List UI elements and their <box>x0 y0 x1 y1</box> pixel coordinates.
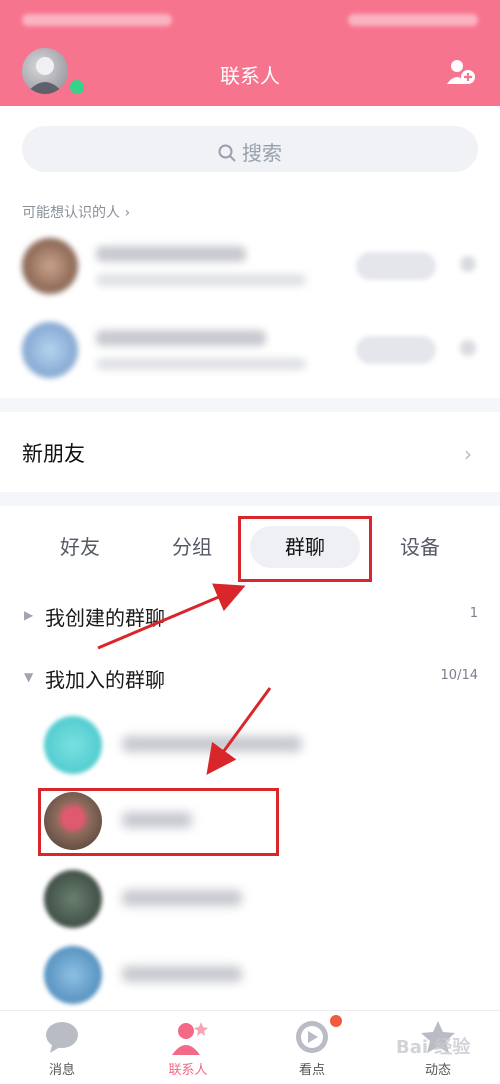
add-contact-icon[interactable] <box>446 58 476 86</box>
search-placeholder-text: 搜索 <box>242 141 282 165</box>
nav-contacts[interactable]: 联系人 <box>138 1011 238 1084</box>
blurred-subtitle <box>96 358 306 370</box>
recommend-title[interactable]: 可能想认识的人 › <box>22 202 130 222</box>
tab-friends[interactable]: 好友 <box>40 526 120 568</box>
search-section: 搜索 <box>0 106 500 196</box>
created-groups-label: 我创建的群聊 <box>45 606 165 630</box>
new-friends-label: 新朋友 <box>22 442 85 466</box>
dismiss-icon[interactable] <box>460 256 476 272</box>
list-item[interactable] <box>0 864 500 936</box>
avatar <box>44 870 102 928</box>
search-placeholder: 搜索 <box>22 137 478 166</box>
avatar <box>22 238 78 294</box>
status-bar <box>22 12 478 30</box>
nav-messages[interactable]: 消息 <box>12 1011 112 1084</box>
recommend-row[interactable] <box>0 318 500 398</box>
add-friend-button[interactable] <box>356 252 436 280</box>
created-groups-header[interactable]: ▶ 我创建的群聊 1 <box>0 596 500 636</box>
blurred-name <box>122 890 242 906</box>
list-item[interactable] <box>0 940 500 1012</box>
list-item[interactable] <box>0 710 500 782</box>
nav-highlights[interactable]: 看点 <box>262 1011 362 1084</box>
joined-groups-count: 10/14 <box>440 668 478 683</box>
contacts-person-icon <box>172 1022 208 1055</box>
header-bar: 联系人 <box>0 0 500 106</box>
chat-bubble-icon <box>46 1022 78 1053</box>
bottom-nav: 消息 联系人 看点 动态 Bai 经验 <box>0 1010 500 1084</box>
blurred-name <box>122 736 302 752</box>
notification-dot-icon <box>330 1015 342 1027</box>
collapsed-arrow-icon: ▶ <box>24 608 34 622</box>
tab-devices[interactable]: 设备 <box>380 526 460 568</box>
play-circle-icon <box>296 1021 328 1053</box>
joined-groups-label: 我加入的群聊 <box>45 668 165 692</box>
search-icon <box>218 144 236 162</box>
avatar <box>44 716 102 774</box>
chevron-right-icon: › <box>464 442 472 466</box>
blurred-subtitle <box>96 274 306 286</box>
nav-label: 消息 <box>48 1063 75 1078</box>
dismiss-icon[interactable] <box>460 340 476 356</box>
created-groups-count: 1 <box>469 606 478 621</box>
expanded-arrow-icon: ▼ <box>24 670 34 684</box>
new-friends-row[interactable]: 新朋友 › <box>0 412 500 492</box>
people-you-may-know: 可能想认识的人 › <box>0 196 500 398</box>
blurred-name <box>96 330 266 346</box>
joined-groups-header[interactable]: ▼ 我加入的群聊 10/14 <box>0 658 500 698</box>
tab-groups-category[interactable]: 分组 <box>152 526 232 568</box>
blurred-name <box>96 246 246 262</box>
recommend-row[interactable] <box>0 234 500 314</box>
annotation-box <box>38 788 279 856</box>
blurred-name <box>122 966 242 982</box>
nav-label: 联系人 <box>168 1063 208 1078</box>
avatar <box>22 322 78 378</box>
nav-label: 动态 <box>424 1063 451 1078</box>
search-input[interactable]: 搜索 <box>22 126 478 172</box>
avatar <box>44 946 102 1004</box>
page-title: 联系人 <box>220 64 280 88</box>
nav-label: 看点 <box>298 1063 325 1078</box>
add-friend-button[interactable] <box>356 336 436 364</box>
annotation-box <box>238 516 372 582</box>
watermark: Bai 经验 <box>396 1037 471 1058</box>
